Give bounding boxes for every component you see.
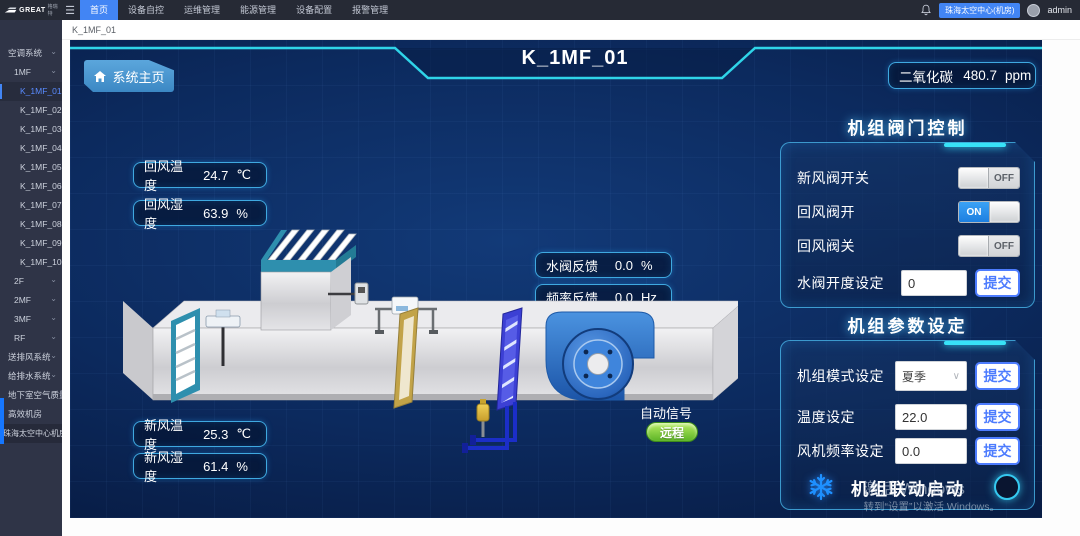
ahu-diagram [78, 208, 738, 508]
sidebar-item-1mf[interactable]: 1MF [0, 63, 62, 82]
sidebar-item-basement-air[interactable]: 地下室空气质量 [0, 386, 62, 405]
signal-mode-label: 自动信号 [640, 403, 692, 422]
fresh-air-louver [171, 308, 200, 403]
fan-freq-setting-label: 风机频率设定 [797, 441, 884, 461]
sidebar-scroll-indicator [0, 398, 4, 444]
menu-item-ops[interactable]: 运维管理 [174, 0, 230, 20]
logo-subtext: 格瑞特 [48, 3, 60, 17]
linkage-start-button[interactable] [994, 474, 1020, 500]
fan-freq-setting-input[interactable] [895, 438, 967, 464]
logo-swoosh-icon [4, 5, 17, 15]
main-menu: 首页 设备自控 运维管理 能源管理 设备配置 报警管理 [80, 0, 398, 20]
return-valve-open-toggle[interactable]: ON [958, 201, 1020, 223]
sidebar-item-k-1mf-06[interactable]: K_1MF_06 [0, 177, 62, 196]
unit-mode-submit-button[interactable]: 提交 [975, 362, 1020, 390]
fresh-air-valve-label: 新风阀开关 [797, 168, 870, 188]
user-avatar[interactable] [1027, 4, 1040, 17]
linkage-start-label: 机组联动启动 [851, 475, 965, 500]
unit-mode-label: 机组模式设定 [797, 366, 884, 386]
sidebar-item-space-center[interactable]: 珠海太空中心机房 [0, 424, 62, 443]
page-title: K_1MF_01 [522, 47, 629, 70]
project-badge[interactable]: 珠海太空中心(机房) [939, 3, 1020, 18]
sidebar-item-k-1mf-09[interactable]: K_1MF_09 [0, 234, 62, 253]
unit-mode-select[interactable]: 夏季∨ [895, 361, 967, 391]
menu-item-energy[interactable]: 能源管理 [230, 0, 286, 20]
temp-setting-input[interactable] [895, 404, 967, 430]
water-valve [477, 399, 489, 437]
param-setting-panel: 机组模式设定 夏季∨ 提交 温度设定 提交 风 [780, 340, 1035, 510]
valve-panel-title: 机组阀门控制 [780, 114, 1035, 139]
logo-text: GREAT [19, 7, 45, 14]
water-valve-submit-button[interactable]: 提交 [975, 269, 1020, 297]
tab-k-1mf-01[interactable]: K_1MF_01 [72, 25, 116, 35]
home-icon [93, 70, 107, 83]
scada-canvas: K_1MF_01 系统主页 二氧化碳 480.7 ppm 回风温度24.7℃ 回… [70, 40, 1042, 518]
return-valve-close-label: 回风阀关 [797, 236, 855, 256]
param-panel-title: 机组参数设定 [780, 312, 1035, 337]
valve-control-panel: 新风阀开关 OFF 回风阀开 ON 回风阀关 OFF [780, 142, 1035, 308]
fresh-air-valve-toggle[interactable]: OFF [958, 167, 1020, 189]
return-air-duct [261, 230, 356, 330]
return-temp-readout: 回风温度24.7℃ [133, 162, 267, 188]
sidebar-tree: 空调系统 1MF K_1MF_01 K_1MF_02 K_1MF_03 K_1M… [0, 20, 62, 536]
fan-freq-submit-button[interactable]: 提交 [975, 437, 1020, 465]
snowflake-icon [807, 473, 835, 501]
co2-readout: 二氧化碳 480.7 ppm [888, 62, 1036, 89]
tab-bar: K_1MF_01 [62, 20, 1080, 40]
menu-item-home[interactable]: 首页 [80, 0, 118, 20]
chevron-down-icon: ∨ [953, 371, 960, 382]
brand-logo: GREAT 格瑞特 [0, 0, 60, 20]
menu-item-device-control[interactable]: 设备自控 [118, 0, 174, 20]
temp-setting-label: 温度设定 [797, 407, 855, 427]
system-home-button[interactable]: 系统主页 [84, 60, 174, 92]
sidebar-item-plant-room[interactable]: 高效机房 [0, 405, 62, 424]
sidebar-item-k-1mf-07[interactable]: K_1MF_07 [0, 196, 62, 215]
temp-setting-submit-button[interactable]: 提交 [975, 403, 1020, 431]
remote-status-pill: 远程 [646, 422, 698, 442]
username-label: admin [1047, 5, 1072, 15]
return-valve-open-label: 回风阀开 [797, 202, 855, 222]
return-valve-close-toggle[interactable]: OFF [958, 235, 1020, 257]
sidebar-item-k-1mf-05[interactable]: K_1MF_05 [0, 158, 62, 177]
water-valve-setting-label: 水阀开度设定 [797, 273, 884, 293]
notification-bell-icon[interactable] [920, 4, 932, 16]
menu-item-config[interactable]: 设备配置 [286, 0, 342, 20]
sidebar-item-k-1mf-02[interactable]: K_1MF_02 [0, 101, 62, 120]
top-navbar: GREAT 格瑞特 ☰ 首页 设备自控 运维管理 能源管理 设备配置 报警管理 … [0, 0, 1080, 20]
sidebar-item-k-1mf-01[interactable]: K_1MF_01 [0, 82, 62, 101]
water-valve-setting-input[interactable] [901, 270, 967, 296]
sidebar-item-k-1mf-04[interactable]: K_1MF_04 [0, 139, 62, 158]
collapse-menu-icon[interactable]: ☰ [60, 4, 80, 17]
sidebar-item-k-1mf-08[interactable]: K_1MF_08 [0, 215, 62, 234]
menu-item-alarm[interactable]: 报警管理 [342, 0, 398, 20]
sidebar-item-k-1mf-03[interactable]: K_1MF_03 [0, 120, 62, 139]
